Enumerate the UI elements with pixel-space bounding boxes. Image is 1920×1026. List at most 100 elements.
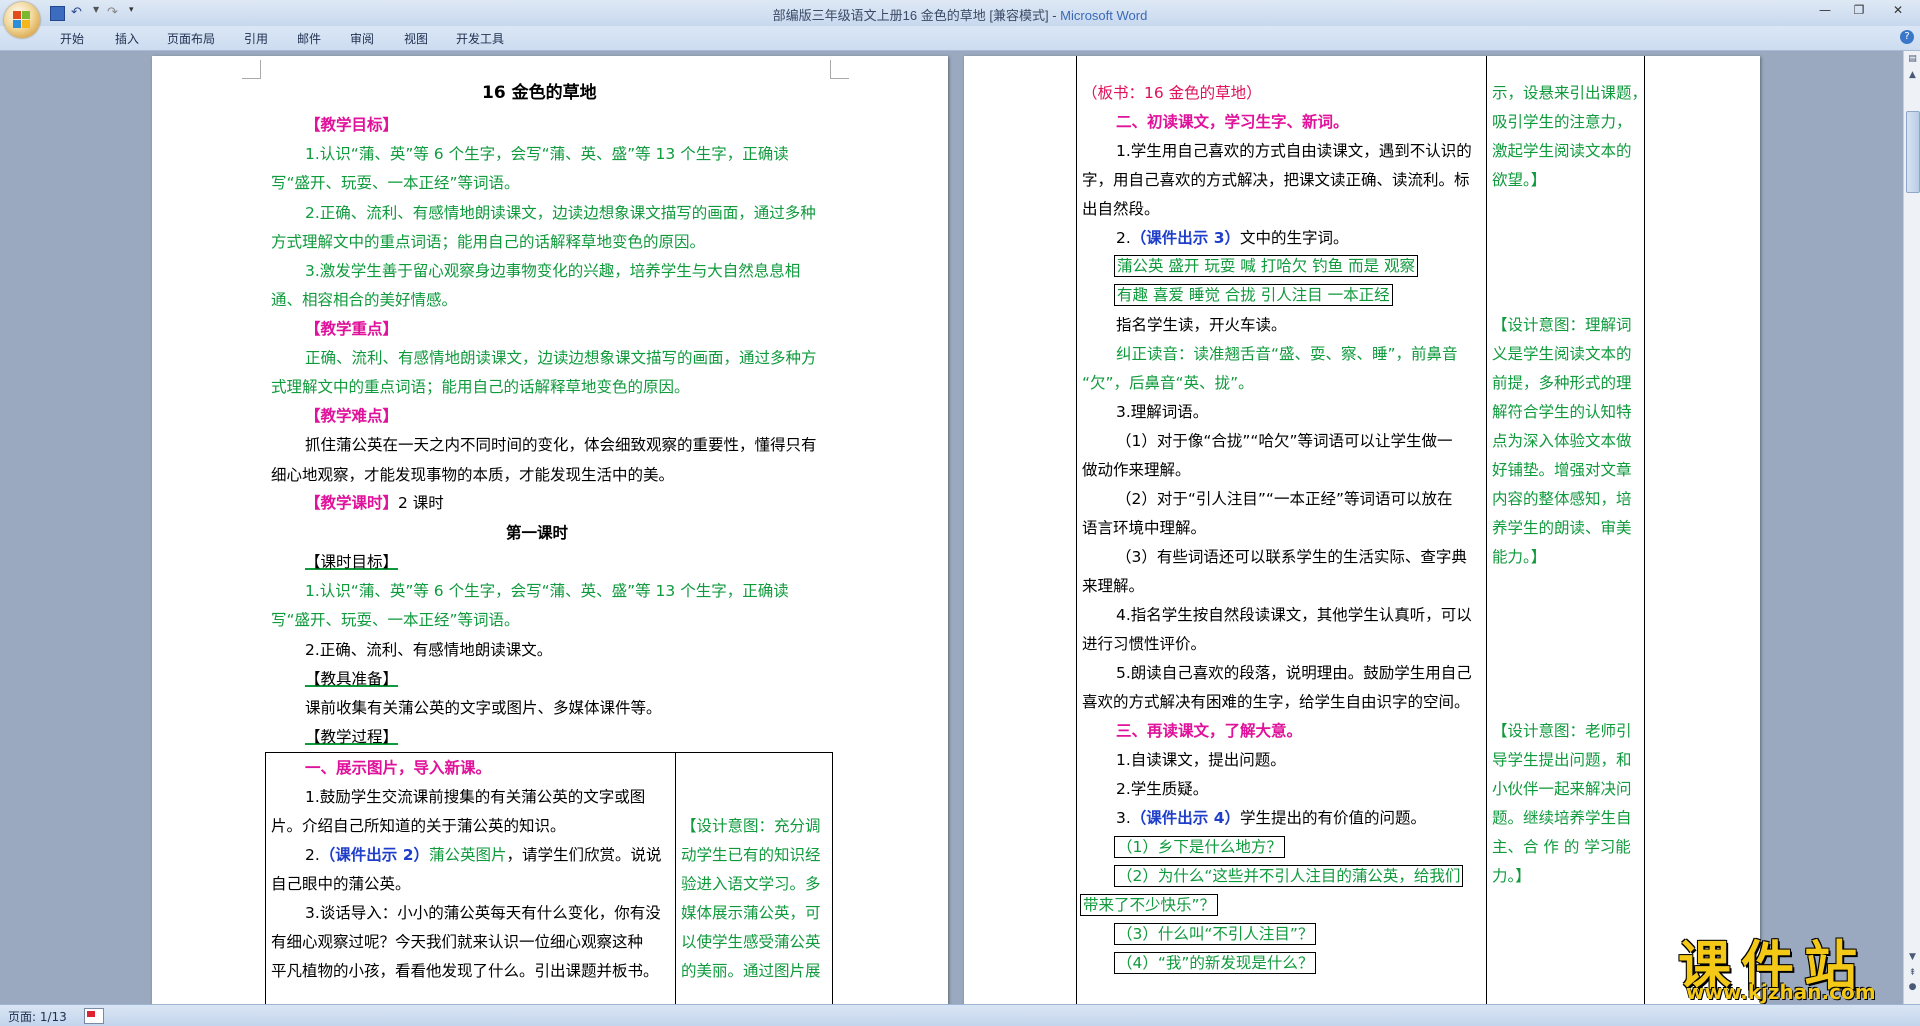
- goal-1a: 1.认识“蒲、英”等 6 个生字，会写“蒲、英、盛”等 13 个生字，正确读: [305, 145, 789, 163]
- tab-home[interactable]: 开始: [60, 30, 84, 47]
- vertical-scrollbar[interactable]: ▤ ▲ ▼ ⇞ ●: [1903, 51, 1920, 1004]
- note-r19: 力。】: [1492, 867, 1531, 885]
- tab-insert[interactable]: 插入: [115, 30, 139, 47]
- question-step-3: 3.（课件出示 4）学生提出的有价值的问题。: [1116, 809, 1426, 827]
- board-note: （板书：16 金色的草地）: [1082, 84, 1262, 102]
- table-divider: [675, 752, 676, 1004]
- teaching-hours-line: 【教学课时】2 课时: [305, 493, 444, 513]
- side-note-2: 动学生已有的知识经: [681, 846, 821, 864]
- pronunciation-b: “欠”，后鼻音“英、拢”。: [1082, 374, 1254, 392]
- macro-record-icon[interactable]: [84, 1008, 104, 1024]
- teaching-hours-value: 2 课时: [398, 494, 444, 512]
- note-r16: 小伙伴一起来解决问: [1492, 780, 1632, 798]
- tab-page-layout[interactable]: 页面布局: [167, 30, 215, 47]
- side-note-3: 验进入语文学习。多: [681, 875, 821, 893]
- step-1b: 字，用自己喜欢的方式解决，把课文读正确、读流利。标: [1082, 171, 1470, 189]
- section-heading-3: 三、再读课文，了解大意。: [1116, 722, 1303, 740]
- office-button[interactable]: [4, 2, 40, 38]
- note-r10: 好铺垫。增强对文章: [1492, 461, 1632, 479]
- lesson-one-heading: 第一课时: [506, 524, 569, 542]
- note-r6: 义是学生阅读文本的: [1492, 345, 1632, 363]
- window-controls: — ❐ ✕: [1808, 0, 1920, 20]
- status-bar: 页面: 1/13: [0, 1004, 1920, 1026]
- process-heading-1: 一、展示图片，导入新课。: [305, 759, 492, 777]
- process-3c: 平凡植物的小孩，看看他发现了什么。引出课题并板书。: [271, 962, 659, 980]
- side-note-1: 【设计意图：充分调: [681, 817, 821, 835]
- title-bar: ↶ ▼ ↷ ▾ 部编版三年级语文上册16 金色的草地 [兼容模式] - Micr…: [0, 0, 1920, 27]
- note-r1: 示，设悬来引出课题，: [1492, 84, 1648, 102]
- step-3-1b: 做动作来理解。: [1082, 461, 1191, 479]
- heading-lesson-goals: 【课时目标】: [305, 553, 399, 571]
- tab-references[interactable]: 引用: [244, 30, 268, 47]
- note-r11: 内容的整体感知，培: [1492, 490, 1632, 508]
- lesson-goal-2: 2.正确、流利、有感情地朗读课文。: [305, 641, 553, 659]
- step-3-2a: （2）对于“引人注目”“一本正经”等词语可以放在: [1116, 490, 1453, 508]
- lesson-goal-1a: 1.认识“蒲、英”等 6 个生字，会写“蒲、英、盛”等 13 个生字，正确读: [305, 582, 789, 600]
- pronunciation-a: 纠正读音：读准翘舌音“盛、耍、察、睡”，前鼻音: [1116, 345, 1458, 363]
- question-box-2b: 带来了不少快乐”？: [1080, 894, 1219, 916]
- note-r9: 点为深入体验文本做: [1492, 432, 1632, 450]
- heading-teaching-aids: 【教具准备】: [305, 670, 399, 688]
- table-border-left: [1076, 56, 1077, 1004]
- step-1a: 1.学生用自己喜欢的方式自由读课文，遇到不认识的: [1116, 142, 1472, 160]
- vocab-box-2: 有趣 喜爱 睡觉 合拢 引人注目 一本正经: [1114, 284, 1393, 306]
- scroll-up-icon[interactable]: ▲: [1906, 69, 1919, 81]
- step-3: 3.理解词语。: [1116, 403, 1209, 421]
- step-2: 2.（课件出示 3）文中的生字词。: [1116, 229, 1349, 247]
- heading-key-points: 【教学重点】: [305, 320, 399, 338]
- note-r7: 前提，多种形式的理: [1492, 374, 1632, 392]
- note-r15: 导学生提出问题，和: [1492, 751, 1632, 769]
- page-1[interactable]: 16 金色的草地 【教学目标】 1.认识“蒲、英”等 6 个生字，会写“蒲、英、…: [152, 56, 948, 1004]
- difficulties-b: 细心地观察，才能发现事物的本质，才能发现生活中的美。: [271, 466, 675, 484]
- lesson-goal-1b: 写“盛开、玩耍、一本正经”等词语。: [271, 611, 520, 629]
- vocab-box-1: 蒲公英 盛开 玩耍 喊 打哈欠 钓鱼 而是 观察: [1114, 255, 1418, 277]
- restore-button[interactable]: ❐: [1842, 0, 1876, 20]
- scroll-thumb[interactable]: [1906, 111, 1920, 193]
- document-area[interactable]: 16 金色的草地 【教学目标】 1.认识“蒲、英”等 6 个生字，会写“蒲、英、…: [0, 51, 1903, 1004]
- close-button[interactable]: ✕: [1876, 0, 1920, 20]
- process-1a: 1.鼓励学生交流课前搜集的有关蒲公英的文字或图: [305, 788, 646, 806]
- note-r14: 【设计意图：老师引: [1492, 722, 1632, 740]
- step-5a: 5.朗读自己喜欢的段落，说明理由。鼓励学生用自己: [1116, 664, 1472, 682]
- step-3-2b: 语言环境中理解。: [1082, 519, 1207, 537]
- step-1c: 出自然段。: [1082, 200, 1160, 218]
- question-step-2: 2.学生质疑。: [1116, 780, 1209, 798]
- tab-review[interactable]: 审阅: [350, 30, 374, 47]
- step-3-3b: 来理解。: [1082, 577, 1145, 595]
- heading-teaching-hours: 【教学课时】: [305, 494, 399, 512]
- tab-developer[interactable]: 开发工具: [456, 30, 504, 47]
- note-r5: 【设计意图：理解词: [1492, 316, 1632, 334]
- step-5b: 喜欢的方式解决有困难的生字，给学生自由识字的空间。: [1082, 693, 1470, 711]
- minimize-button[interactable]: —: [1808, 0, 1842, 20]
- process-2a: 2.（课件出示 2）蒲公英图片，请学生们欣赏。说说: [305, 846, 662, 864]
- help-icon[interactable]: ?: [1900, 30, 1914, 44]
- question-step-1: 1.自读课文，提出问题。: [1116, 751, 1286, 769]
- window-title: 部编版三年级语文上册16 金色的草地 [兼容模式] - Microsoft Wo…: [772, 8, 1148, 23]
- table-divider: [1486, 56, 1487, 1004]
- goal-3b: 通、相容相合的美好情感。: [271, 291, 458, 309]
- table-border-right: [1644, 56, 1645, 1004]
- crop-mark: [830, 60, 849, 79]
- watermark-url: www.kjzhan.com: [1686, 980, 1876, 1004]
- difficulties-a: 抓住蒲公英在一天之内不同时间的变化，体会细致观察的重要性，懂得只有: [305, 436, 817, 454]
- tab-mailings[interactable]: 邮件: [297, 30, 321, 47]
- goal-2b: 方式理解文中的重点词语；能用自己的话解释草地变色的原因。: [271, 233, 706, 251]
- crop-mark: [242, 60, 261, 79]
- note-r2: 吸引学生的注意力，: [1492, 113, 1632, 131]
- note-r18: 主、合 作 的 学习能: [1492, 838, 1631, 856]
- page-2[interactable]: （板书：16 金色的草地） 二、初读课文，学习生字、新词。 1.学生用自己喜欢的…: [964, 56, 1760, 1004]
- process-3b: 有细心观察过呢？今天我们就来认识一位细心观察这种: [271, 933, 644, 951]
- table-border-left: [265, 752, 266, 1004]
- step-4b: 进行习惯性评价。: [1082, 635, 1207, 653]
- step-3-3a: （3）有些词语还可以联系学生的生活实际、查字典: [1116, 548, 1467, 566]
- goal-2a: 2.正确、流利、有感情地朗读课文，边读边想象课文描写的画面，通过多种: [305, 204, 816, 222]
- question-box-1: （1）乡下是什么地方？: [1114, 836, 1285, 858]
- question-box-2a: （2）为什么“这些并不引人注目的蒲公英，给我们: [1114, 865, 1464, 887]
- page-count[interactable]: 页面: 1/13: [8, 1008, 67, 1025]
- table-border-right: [832, 752, 833, 1004]
- ruler-toggle-icon[interactable]: ▤: [1906, 53, 1919, 65]
- question-box-4: （4）“我”的新发现是什么？: [1114, 952, 1317, 974]
- section-heading-2: 二、初读课文，学习生字、新词。: [1116, 113, 1349, 131]
- tab-view[interactable]: 视图: [404, 30, 428, 47]
- heading-teaching-process: 【教学过程】: [305, 728, 399, 746]
